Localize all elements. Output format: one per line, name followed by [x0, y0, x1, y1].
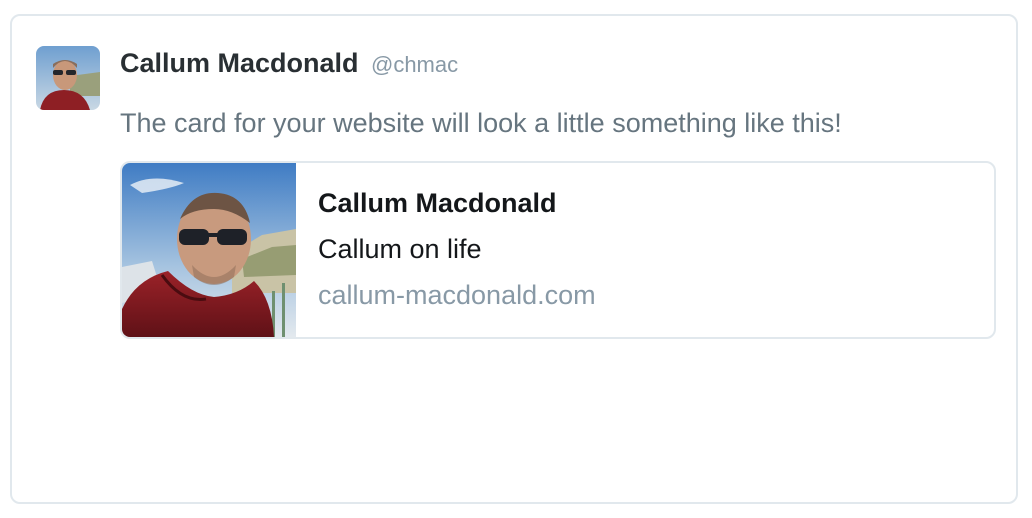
tweet-preview-frame: Callum Macdonald @chmac The card for you…: [10, 14, 1018, 504]
card-description: Callum on life: [318, 234, 482, 264]
card-image[interactable]: [122, 163, 296, 337]
avatar[interactable]: [36, 46, 100, 110]
tweet-header: Callum Macdonald @chmac: [120, 46, 458, 85]
selfie-photo-thumbnail-icon: [122, 163, 296, 337]
user-handle[interactable]: @chmac: [371, 52, 458, 77]
card-title[interactable]: Callum Macdonald: [318, 185, 596, 221]
display-name[interactable]: Callum Macdonald: [120, 48, 359, 78]
tweet-text: The card for your website will look a li…: [120, 108, 842, 138]
card-domain[interactable]: callum-macdonald.com: [318, 277, 596, 313]
link-preview-card[interactable]: Callum Macdonald Callum on life callum-m…: [120, 161, 996, 339]
user-photo-avatar-icon: [36, 46, 100, 110]
card-body: Callum Macdonald Callum on life callum-m…: [296, 163, 596, 337]
